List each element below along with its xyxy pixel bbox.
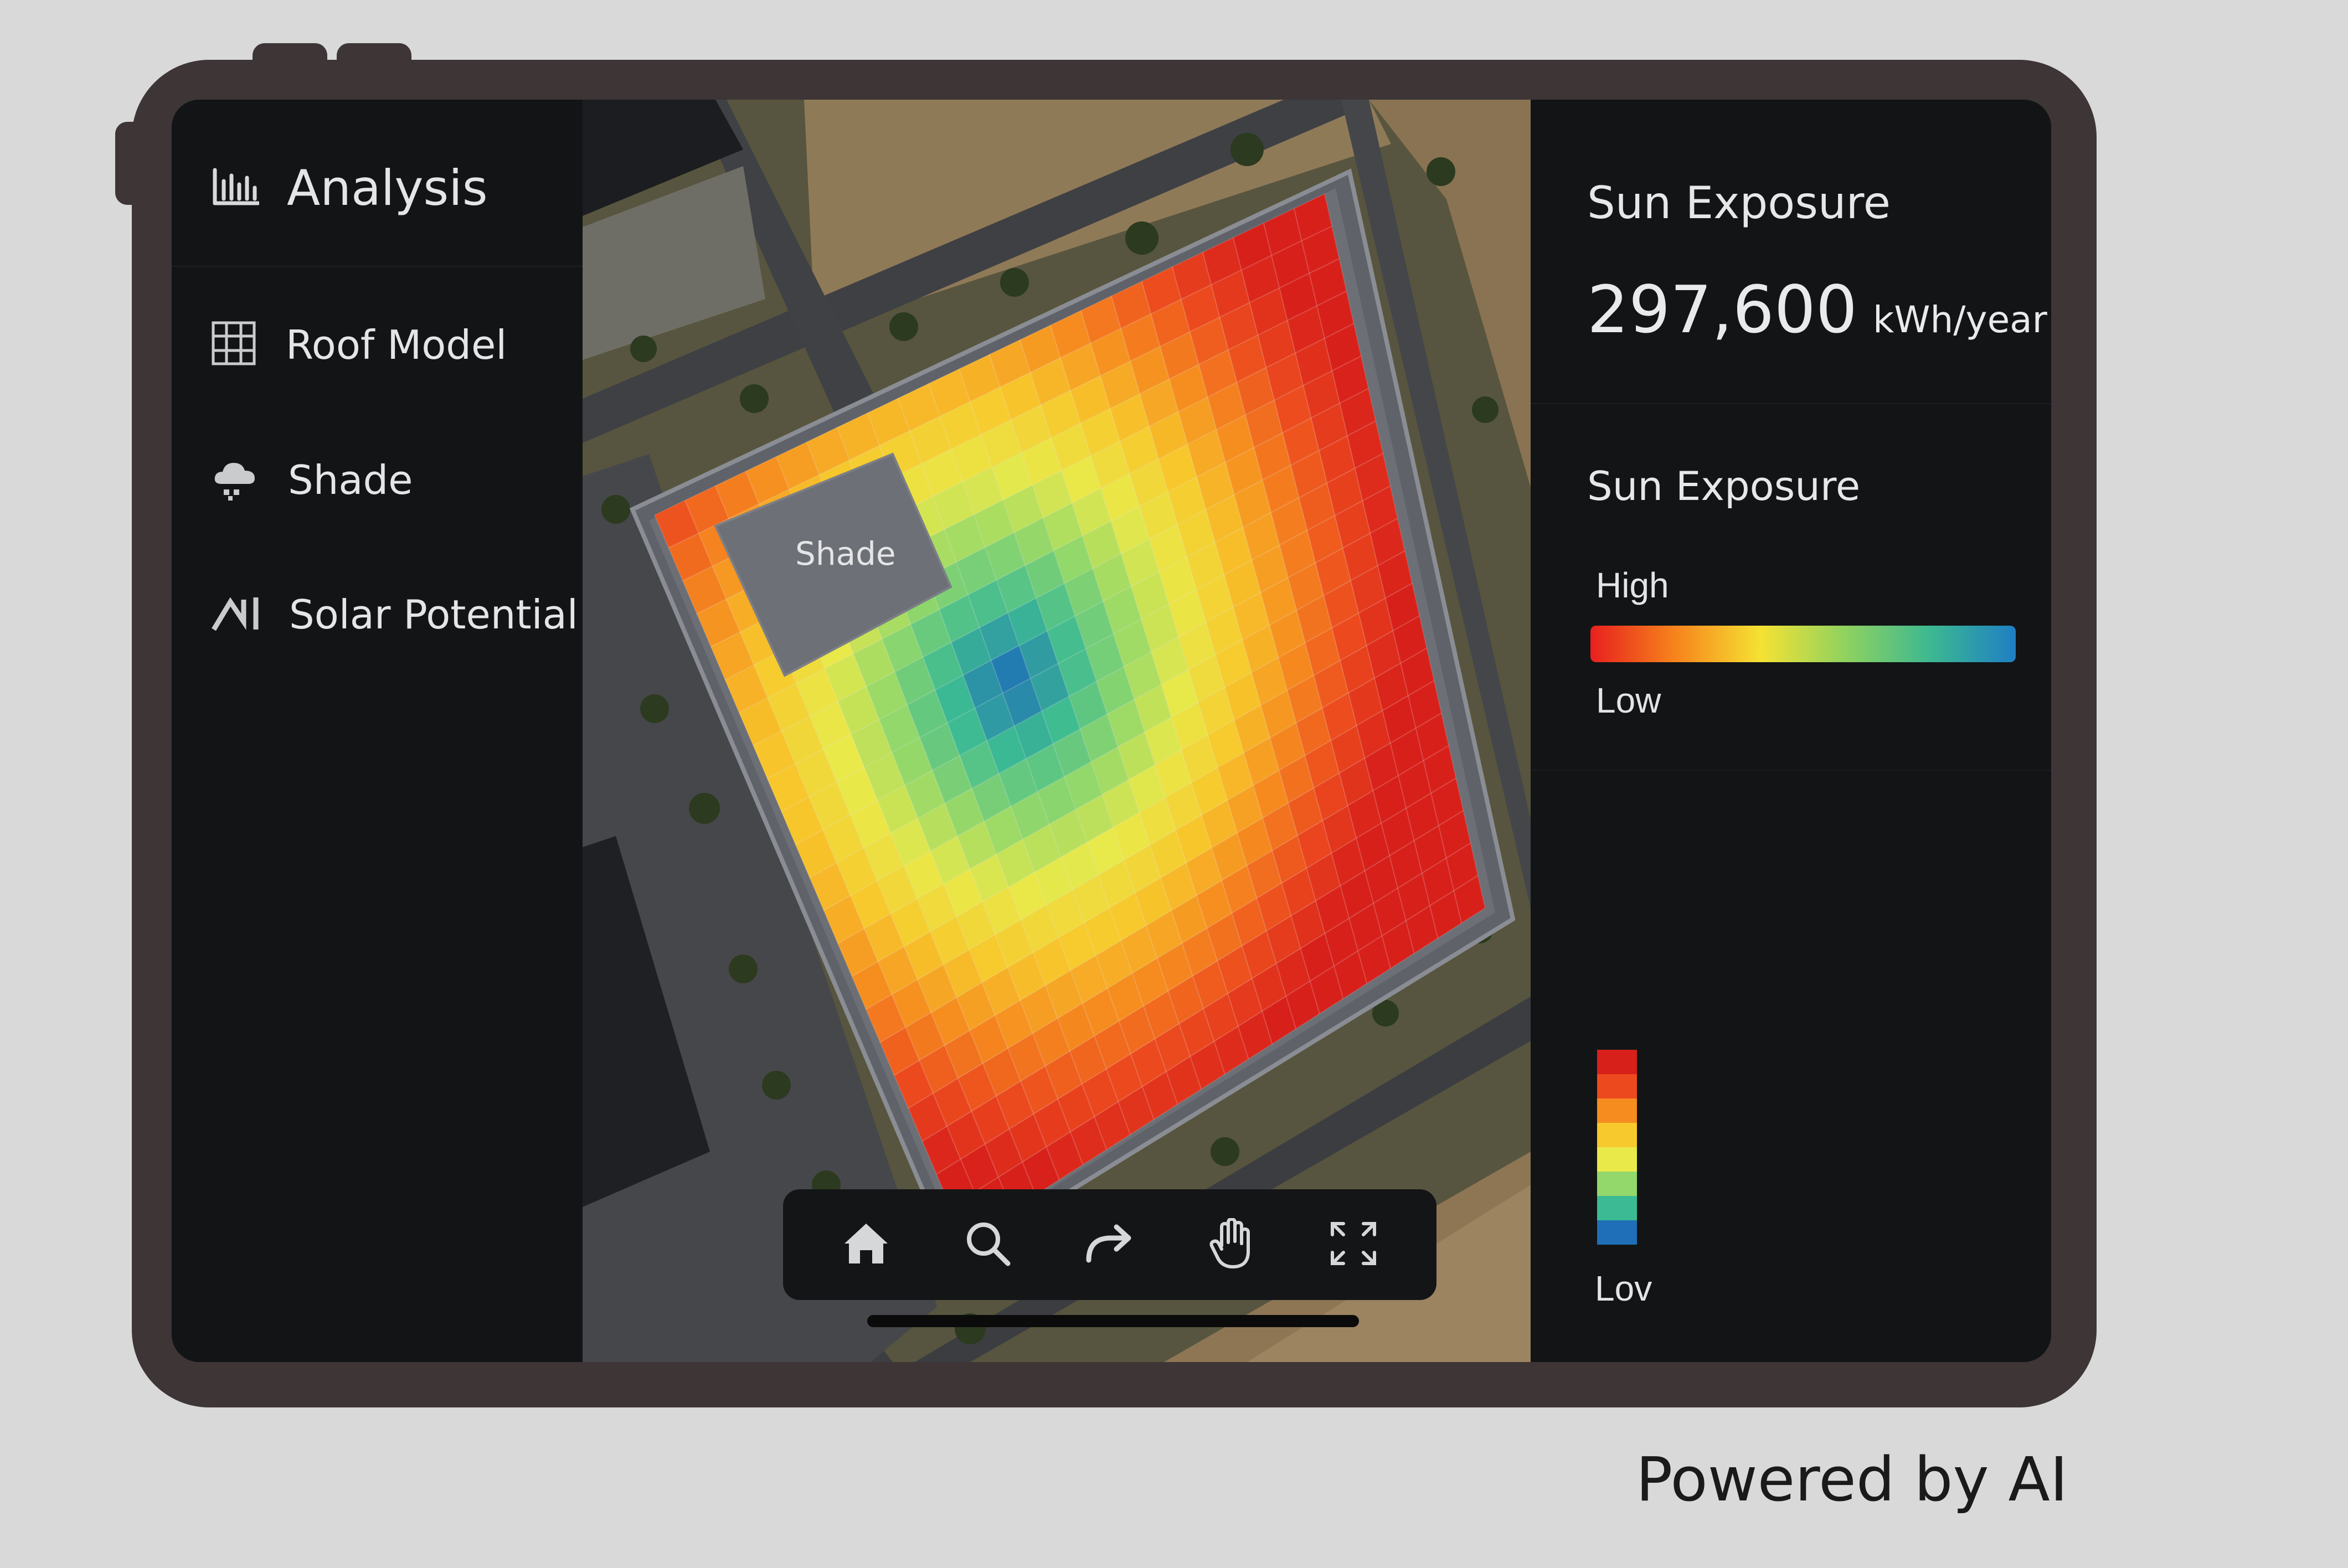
sidebar-item-solar-potential[interactable]: Solar Potential xyxy=(212,591,578,638)
fullscreen-button[interactable] xyxy=(1323,1214,1384,1275)
tablet-frame: Analysis Roof Model Shade Solar Potentia… xyxy=(115,43,2097,1407)
legend-step xyxy=(1597,1172,1637,1196)
sidebar-divider xyxy=(172,266,583,267)
hardware-button-top-1 xyxy=(253,43,327,76)
map-toolbar xyxy=(783,1189,1436,1300)
bar-chart-icon xyxy=(212,168,260,208)
search-icon xyxy=(965,1220,1011,1270)
app-screen: Analysis Roof Model Shade Solar Potentia… xyxy=(172,100,2051,1362)
legend-title: Sun Exposure xyxy=(1587,463,1861,509)
vertical-legend xyxy=(1597,1050,1637,1245)
sidebar-header[interactable]: Analysis xyxy=(212,159,488,216)
sidebar-item-label: Roof Model xyxy=(286,321,507,368)
trend-icon xyxy=(212,594,259,636)
redo-icon xyxy=(1083,1221,1136,1268)
hand-icon xyxy=(1209,1217,1254,1272)
redo-button[interactable] xyxy=(1079,1214,1140,1275)
legend-step xyxy=(1597,1196,1637,1220)
legend-high-label: High xyxy=(1596,565,1669,605)
legend-low-label: Low xyxy=(1596,680,1661,720)
hardware-button-side xyxy=(115,122,148,205)
legend-step xyxy=(1597,1074,1637,1098)
exposure-gradient-bar xyxy=(1590,626,2016,662)
home-button[interactable] xyxy=(836,1214,897,1275)
sun-exposure-panel: Sun Exposure 297,600 kWh/year Sun Exposu… xyxy=(1531,100,2051,1362)
home-indicator[interactable] xyxy=(867,1315,1359,1327)
exposure-value: 297,600 kWh/year xyxy=(1587,271,2047,348)
sidebar: Analysis Roof Model Shade Solar Potentia… xyxy=(172,100,583,1362)
search-button[interactable] xyxy=(957,1214,1018,1275)
fullscreen-icon xyxy=(1330,1221,1377,1268)
panel-divider xyxy=(1531,403,2051,404)
shade-area-label: Shade xyxy=(795,535,896,572)
home-icon xyxy=(842,1221,890,1268)
satellite-map: Shade xyxy=(583,100,1531,1362)
sidebar-item-roof-model[interactable]: Roof Model xyxy=(212,321,507,368)
panel-title: Sun Exposure xyxy=(1587,177,1891,229)
legend-step xyxy=(1597,1123,1637,1147)
legend-step xyxy=(1597,1220,1637,1245)
cloud-icon xyxy=(212,456,258,503)
legend-step xyxy=(1597,1098,1637,1123)
map-view[interactable]: Shade xyxy=(583,100,1531,1362)
vertical-legend-low-label: Lov xyxy=(1595,1268,1652,1308)
exposure-unit: kWh/year xyxy=(1872,298,2047,341)
sidebar-item-label: Solar Potential xyxy=(289,591,578,638)
grid-icon xyxy=(212,321,256,368)
sidebar-title: Analysis xyxy=(287,159,488,216)
sidebar-item-shade[interactable]: Shade xyxy=(212,456,413,503)
hardware-button-top-2 xyxy=(337,43,411,76)
legend-step xyxy=(1597,1050,1637,1074)
powered-by-text: Powered by AI xyxy=(1636,1444,2068,1515)
sidebar-item-label: Shade xyxy=(288,456,413,503)
exposure-number: 297,600 xyxy=(1587,271,1857,348)
legend-step xyxy=(1597,1147,1637,1172)
pan-button[interactable] xyxy=(1201,1214,1262,1275)
panel-divider xyxy=(1531,770,2051,771)
